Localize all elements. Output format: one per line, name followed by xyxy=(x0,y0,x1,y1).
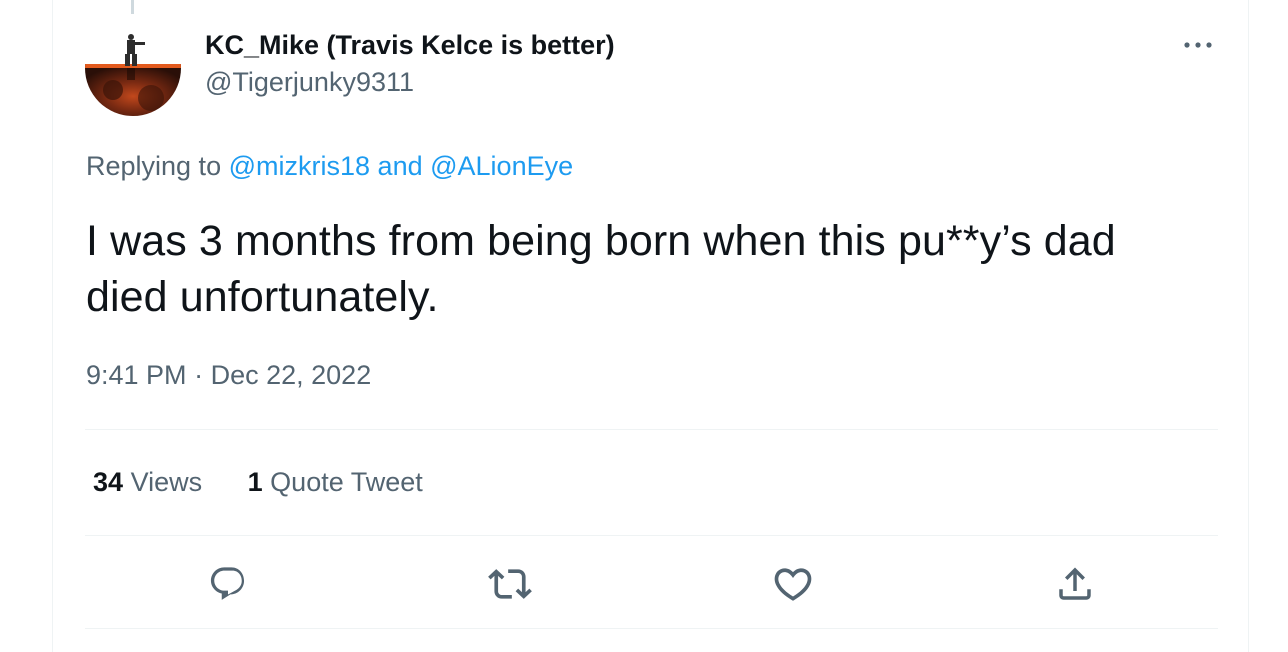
divider xyxy=(85,535,1218,536)
mention-link[interactable]: @mizkris18 xyxy=(229,151,370,181)
tweet-date[interactable]: Dec 22, 2022 xyxy=(211,360,372,390)
retweet-icon xyxy=(488,569,532,599)
reply-button[interactable] xyxy=(206,562,250,606)
quote-tweets-label: Quote Tweet xyxy=(270,467,423,497)
replying-to-line: Replying to @mizkris18 and @ALionEye xyxy=(86,148,573,184)
like-icon xyxy=(774,568,812,601)
share-icon xyxy=(1059,567,1091,600)
tweet-stats: 34 Views 1 Quote Tweet xyxy=(93,464,461,500)
action-bar xyxy=(0,562,1288,606)
like-button[interactable] xyxy=(771,562,815,606)
author-info: KC_Mike (Travis Kelce is better) @Tigerj… xyxy=(205,28,615,99)
thread-connector-line xyxy=(131,0,134,14)
more-horizontal-icon xyxy=(1184,42,1212,48)
tweet-timestamp: 9:41 PM · Dec 22, 2022 xyxy=(86,357,371,393)
tweet-text: I was 3 months from being born when this… xyxy=(86,217,1116,321)
avatar-image xyxy=(85,20,181,116)
more-options-button[interactable] xyxy=(1180,30,1216,60)
mention-link[interactable]: @ALionEye xyxy=(430,151,573,181)
views-stat[interactable]: 34 Views xyxy=(93,464,202,500)
mention-conjunction: and xyxy=(377,151,423,181)
divider xyxy=(85,429,1218,430)
avatar[interactable] xyxy=(85,20,181,116)
quote-tweets-count: 1 xyxy=(247,467,263,497)
retweet-button[interactable] xyxy=(488,562,532,606)
share-button[interactable] xyxy=(1053,562,1097,606)
tweet-time[interactable]: 9:41 PM xyxy=(86,360,187,390)
divider xyxy=(85,628,1218,629)
reply-icon xyxy=(210,567,245,600)
quote-tweets-stat[interactable]: 1 Quote Tweet xyxy=(248,464,423,500)
replying-to-label: Replying to xyxy=(86,151,222,181)
views-count: 34 xyxy=(93,467,124,497)
timestamp-separator: · xyxy=(194,360,204,390)
views-label: Views xyxy=(130,467,203,497)
author-handle[interactable]: @Tigerjunky9311 xyxy=(205,65,615,99)
author-display-name[interactable]: KC_Mike (Travis Kelce is better) xyxy=(205,28,615,62)
